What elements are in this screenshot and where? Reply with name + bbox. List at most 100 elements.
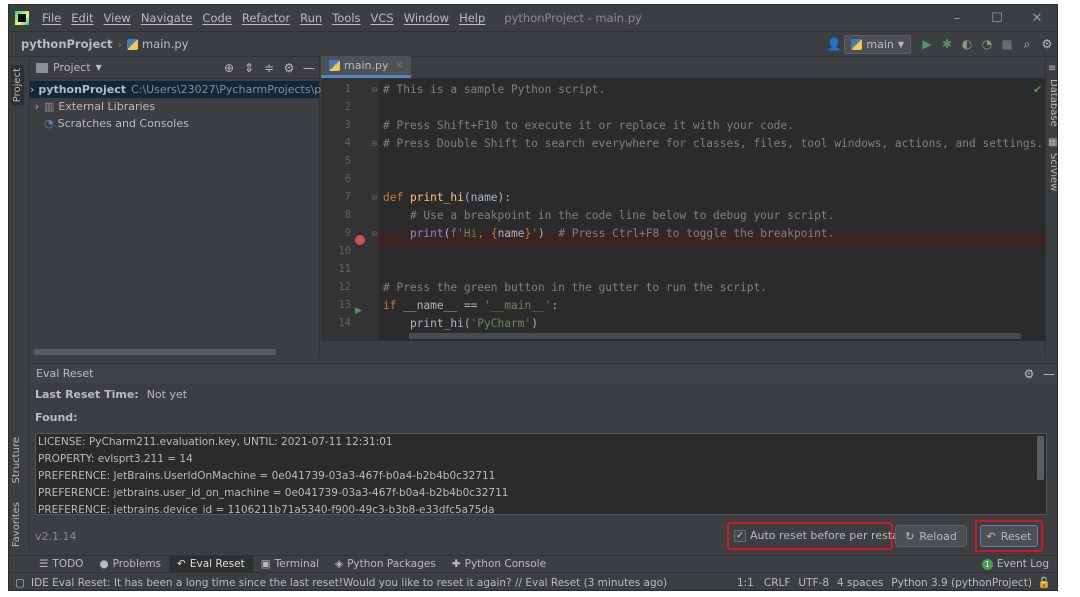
editor-tab-label: main.py (344, 59, 389, 72)
reload-button[interactable]: ↻ Reload (895, 525, 967, 547)
breadcrumb-project[interactable]: pythonProject (9, 37, 113, 51)
menu-window[interactable]: Window (399, 11, 454, 25)
structure-tool-tab[interactable]: Structure (11, 437, 22, 484)
tab-todo[interactable]: ☰ TODO (31, 556, 91, 573)
menu-navigate[interactable]: Navigate (136, 11, 198, 25)
last-reset-value: Not yet (146, 388, 188, 401)
tab-label: Python Console (464, 558, 547, 570)
reload-icon: ↻ (905, 529, 915, 543)
chevron-down-icon: ▼ (95, 63, 102, 72)
list-item: PROPERTY: evlsprt3.211 = 14 (38, 453, 193, 465)
toggle-panels-icon[interactable]: ▢ (9, 577, 31, 589)
lock-icon[interactable]: 🔓 (1038, 576, 1051, 589)
favorites-tool-tab[interactable]: Favorites (11, 502, 22, 547)
search-icon[interactable]: ⌕ (1017, 37, 1037, 52)
menu-vcs[interactable]: VCS (366, 11, 399, 25)
user-icon[interactable]: 👤 (824, 37, 844, 51)
gear-icon[interactable]: ⚙ (1019, 367, 1039, 381)
tree-item-external-libraries[interactable]: › ▥ External Libraries (30, 98, 319, 115)
menu-code[interactable]: Code (197, 11, 236, 25)
debug-icon[interactable]: ✱ (937, 37, 957, 51)
database-icon: ≡ (1048, 63, 1057, 74)
tree-item-scratches[interactable]: ◔ Scratches and Consoles (30, 115, 319, 132)
last-reset-row: Last Reset Time: Not yet (35, 388, 187, 401)
bottom-tool-tabs: ☰ TODO ● Problems ↶ Eval Reset ▣ Terminal ◈ P… (9, 555, 1057, 573)
locate-icon[interactable]: ⊕ (219, 61, 239, 75)
line-separator[interactable]: CRLF (764, 577, 791, 589)
file-encoding[interactable]: UTF-8 (798, 577, 829, 589)
caret-position[interactable]: 1:1 (737, 577, 754, 589)
fold-icon[interactable]: ⊖ (371, 139, 378, 148)
close-icon[interactable]: ✕ (395, 61, 403, 71)
tree-item-project[interactable]: › pythonProject C:\Users\23027\PycharmPr… (30, 81, 332, 98)
stop-icon[interactable]: ■ (997, 37, 1017, 51)
code-editor[interactable]: # This is a sample Python script. # Pres… (379, 79, 1045, 341)
project-view-select[interactable]: Project (53, 61, 91, 74)
run-icon[interactable]: ▶ (917, 37, 937, 51)
maximize-button[interactable]: ☐ (977, 11, 1017, 26)
profile-icon[interactable]: ◔ (977, 37, 997, 51)
minimize-button[interactable]: – (937, 11, 977, 26)
status-message[interactable]: IDE Eval Reset: It has been a long time … (31, 577, 667, 589)
menu-file[interactable]: File (37, 11, 66, 25)
close-button[interactable]: ✕ (1017, 11, 1057, 26)
list-icon: ☰ (39, 558, 49, 570)
reset-button[interactable]: ↶ Reset (980, 525, 1038, 547)
tab-python-console[interactable]: ✚ Python Console (444, 556, 554, 573)
checkbox-check-icon: ✓ (734, 529, 746, 542)
line-number: 13 (338, 299, 351, 311)
hide-icon[interactable]: — (299, 61, 319, 75)
code-line: # Press the green button in the gutter t… (383, 281, 767, 294)
collapse-all-icon[interactable]: ≑ (259, 61, 279, 75)
fold-icon[interactable]: ⊖ (371, 229, 378, 238)
menu-help[interactable]: Help (454, 11, 490, 25)
left-tool-stripe: Project Structure Favorites (9, 57, 30, 550)
found-list[interactable]: LICENSE: PyCharm211.evaluation.key, UNTI… (35, 433, 1047, 515)
breakpoint-icon[interactable] (355, 235, 365, 245)
line-number: 7 (344, 191, 351, 203)
tab-eval-reset[interactable]: ↶ Eval Reset (169, 555, 253, 573)
tab-python-packages[interactable]: ◈ Python Packages (327, 556, 444, 573)
reset-label: Reset (1000, 529, 1032, 543)
editor-gutter[interactable]: 1 2 3 4 5 6 7 8 9 10 11 12 13 14 ▶ ⊖ ⊖ ⊖… (321, 79, 379, 341)
status-bar: ▢ IDE Eval Reset: It has been a long tim… (9, 572, 1057, 590)
horizontal-scrollbar[interactable] (34, 349, 276, 355)
menu-view[interactable]: View (99, 11, 136, 25)
auto-reset-label: Auto reset before per restart (750, 529, 908, 542)
code-line: # Use a breakpoint in the code line belo… (383, 209, 835, 222)
coverage-icon[interactable]: ◐ (957, 37, 977, 51)
run-gutter-icon[interactable]: ▶ (355, 306, 362, 316)
project-tool-tab[interactable]: Project (11, 65, 24, 106)
auto-reset-checkbox[interactable]: ✓ Auto reset before per restart (734, 529, 908, 542)
gear-icon[interactable]: ⚙ (279, 61, 299, 75)
python-interpreter[interactable]: Python 3.9 (pythonProject) (891, 577, 1032, 589)
run-configuration-label: main (866, 37, 894, 51)
inspection-ok-icon[interactable]: ✔ (1033, 83, 1042, 96)
fold-icon[interactable]: ⊖ (371, 193, 378, 202)
library-icon: ▥ (44, 100, 55, 113)
menu-run[interactable]: Run (295, 11, 327, 25)
hide-icon[interactable]: — (1039, 367, 1057, 381)
horizontal-scrollbar[interactable] (409, 333, 1021, 339)
menu-tools[interactable]: Tools (327, 11, 365, 25)
sciview-tool-tab[interactable]: SciView (1048, 153, 1057, 191)
event-log-label: Event Log (996, 558, 1049, 570)
breadcrumb-file[interactable]: main.py (126, 37, 188, 51)
menu-edit[interactable]: Edit (66, 11, 98, 25)
event-log-button[interactable]: 1 Event Log (974, 556, 1057, 573)
tab-problems[interactable]: ● Problems (91, 556, 169, 573)
editor-tab-main[interactable]: main.py ✕ (321, 56, 412, 78)
undo-icon: ↶ (986, 529, 996, 543)
indent-setting[interactable]: 4 spaces (837, 577, 883, 589)
vertical-scrollbar[interactable] (1037, 436, 1044, 480)
expand-all-icon[interactable]: ⇕ (239, 61, 259, 75)
tab-terminal[interactable]: ▣ Terminal (253, 556, 327, 573)
database-tool-tab[interactable]: Database (1048, 79, 1057, 127)
fold-icon[interactable]: ⊖ (371, 85, 378, 94)
run-configuration-select[interactable]: main ▼ (844, 34, 911, 54)
menu-refactor[interactable]: Refactor (237, 11, 295, 25)
tab-label: TODO (52, 558, 84, 570)
gear-icon[interactable]: ⚙ (1037, 37, 1057, 51)
reload-label: Reload (919, 529, 957, 543)
code-line: # Press Double Shift to search everywher… (383, 137, 1044, 150)
